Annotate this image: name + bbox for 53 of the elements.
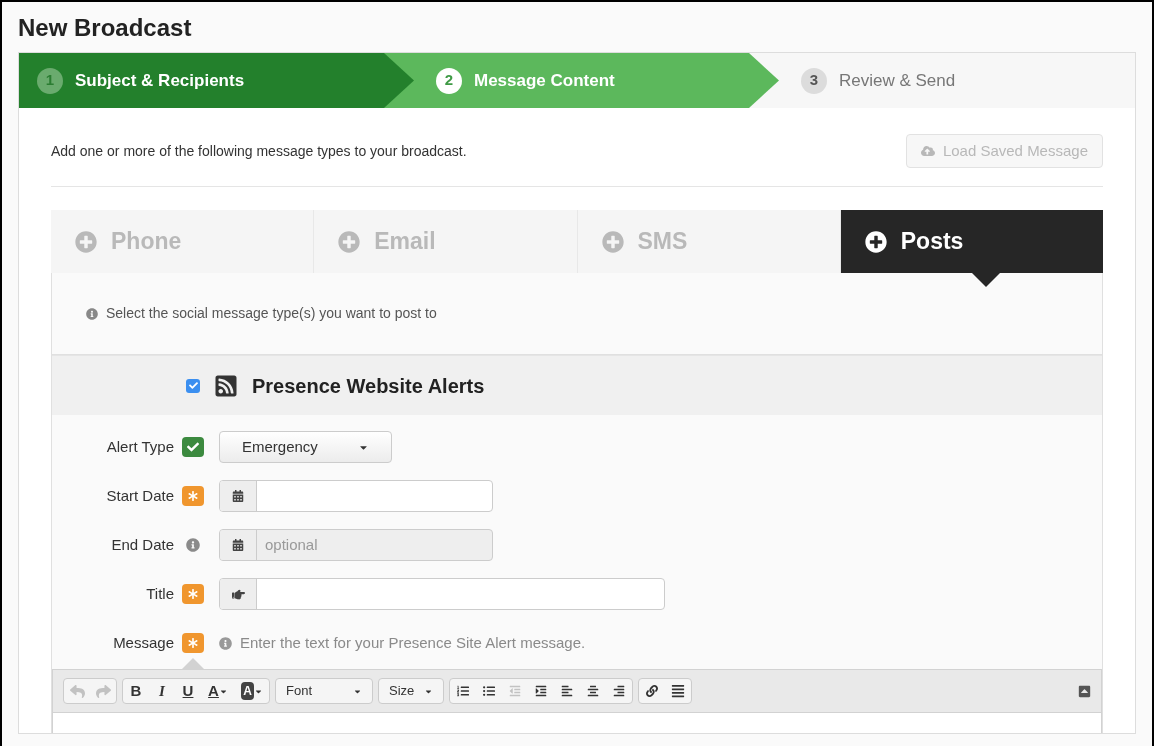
size-dropdown[interactable]: Size — [378, 678, 444, 704]
wizard-step[interactable]: 3 Review & Send — [749, 53, 1135, 108]
align-left-icon — [561, 685, 573, 697]
plus-icon — [864, 230, 887, 253]
calendar-icon — [232, 490, 244, 502]
intro-text: Add one or more of the following message types to your broadcast. — [51, 141, 467, 161]
section-title: Presence Website Alerts — [252, 373, 485, 399]
info-icon — [219, 636, 232, 650]
lines-icon — [671, 684, 685, 698]
field-label: Start Date — [106, 485, 174, 506]
alert-type-dropdown[interactable]: Emergency — [219, 431, 392, 463]
field-label: Message — [113, 632, 174, 653]
plus-icon — [338, 230, 361, 253]
redo-icon — [95, 683, 111, 699]
indent-icon — [535, 685, 547, 697]
step-label: Subject & Recipients — [75, 69, 245, 92]
step-number: 1 — [37, 67, 63, 94]
plus-icon — [75, 230, 97, 253]
info-icon — [86, 307, 98, 320]
font-dropdown[interactable]: Font — [275, 678, 373, 704]
cloud-upload-icon — [920, 144, 935, 158]
message-hint: Enter the text for your Presence Site Alert message. — [240, 632, 586, 653]
numbered-list-icon — [457, 685, 469, 697]
underline-button[interactable]: U — [175, 679, 201, 703]
wizard-step[interactable]: 2 Message Content — [384, 53, 779, 108]
align-right-icon — [613, 685, 625, 697]
date-field[interactable] — [219, 480, 493, 512]
align-center-icon — [587, 685, 599, 697]
calendar-icon — [232, 539, 244, 551]
step-number: 2 — [436, 67, 462, 94]
highlight-button[interactable]: A — [235, 679, 269, 703]
undo-icon — [69, 683, 85, 699]
rss-icon — [214, 373, 238, 398]
italic-button[interactable]: I — [149, 679, 175, 703]
step-label: Message Content — [474, 69, 615, 92]
field-label: End Date — [111, 534, 174, 555]
hint-text: Select the social message type(s) you want to post to — [106, 304, 437, 323]
link-icon — [646, 685, 658, 697]
collapse-button[interactable] — [1078, 684, 1091, 698]
bold-button[interactable]: B — [123, 679, 149, 703]
checkbox[interactable] — [186, 378, 200, 393]
field-label: Title — [146, 583, 174, 604]
text-color-button[interactable]: A — [201, 679, 235, 703]
wizard-step[interactable]: 1 Subject & Recipients — [19, 53, 414, 108]
page-title: New Broadcast — [18, 13, 193, 43]
plus-icon — [601, 230, 624, 253]
step-label: Review & Send — [839, 69, 956, 92]
hand-pointer-icon — [231, 587, 245, 601]
collapse-icon — [1078, 684, 1091, 698]
step-number: 3 — [801, 67, 827, 94]
outdent-icon — [509, 685, 521, 697]
field-label: Alert Type — [106, 436, 174, 457]
bullet-list-icon — [483, 685, 495, 697]
